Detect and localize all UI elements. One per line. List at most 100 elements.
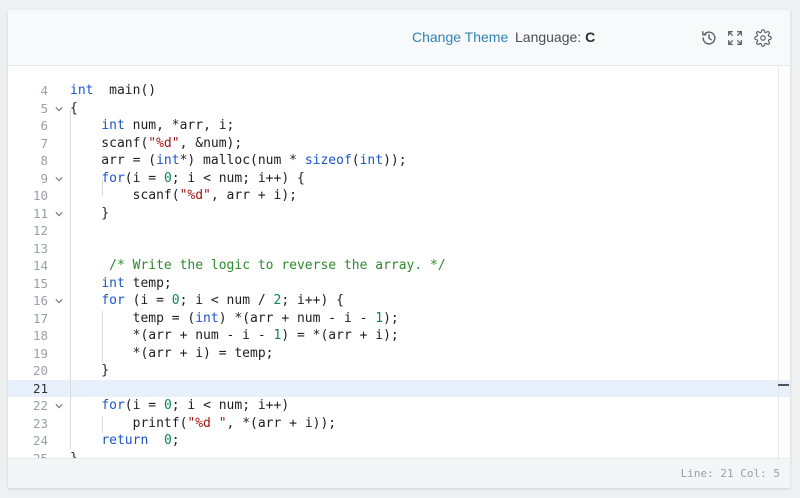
- code-token: int: [359, 153, 384, 168]
- code-token: }: [70, 363, 110, 378]
- language-selector[interactable]: Language: C: [515, 29, 595, 45]
- code-text: scanf("%d", arr + i);: [70, 187, 297, 205]
- fold-chevron-icon[interactable]: [55, 297, 63, 305]
- code-line[interactable]: 21: [8, 379, 790, 397]
- code-token: 0: [163, 398, 172, 413]
- code-text: *(arr + num - i - 1) = *(arr + i);: [70, 327, 399, 345]
- code-token: (i =: [124, 398, 164, 413]
- code-token: int: [101, 275, 125, 291]
- code-token: , arr + i);: [210, 188, 297, 203]
- code-line[interactable]: 12: [8, 222, 778, 240]
- code-token: 0: [163, 433, 172, 448]
- code-token: printf(: [70, 415, 188, 431]
- code-token: 0: [171, 293, 180, 308]
- settings-icon[interactable]: [754, 29, 772, 47]
- code-token: for: [101, 293, 125, 308]
- code-token: ; i++) {: [281, 293, 344, 308]
- fold-chevron-icon[interactable]: [55, 105, 63, 113]
- code-token: scanf(: [70, 135, 149, 151]
- code-line[interactable]: 24 return 0;: [8, 432, 778, 450]
- code-line[interactable]: 7 scanf("%d", &num);: [8, 135, 778, 153]
- code-text: int temp;: [70, 275, 172, 293]
- line-number: 8: [40, 153, 48, 168]
- line-number: 21: [32, 380, 48, 396]
- code-token: return: [101, 433, 149, 448]
- code-token: "%d ": [187, 415, 227, 431]
- line-number: 16: [32, 293, 48, 308]
- code-token: *(arr + num - i -: [70, 328, 274, 343]
- code-line[interactable]: 11 }: [8, 205, 778, 223]
- code-token: 0: [163, 170, 172, 186]
- code-token: int: [195, 310, 219, 326]
- line-number: 22: [32, 398, 48, 413]
- code-line[interactable]: 18 *(arr + num - i - 1) = *(arr + i);: [8, 327, 778, 345]
- code-line[interactable]: 10 scanf("%d", arr + i);: [8, 187, 778, 205]
- indent-guide: [102, 311, 103, 363]
- language-label: Language:: [515, 29, 582, 45]
- line-number: 24: [32, 433, 48, 448]
- line-number: 11: [32, 205, 48, 221]
- code-line[interactable]: 9 for(i = 0; i < num; i++) {: [8, 170, 778, 188]
- code-line[interactable]: 6 int num, *arr, i;: [8, 117, 778, 135]
- code-line[interactable]: 17 temp = (int) *(arr + num - i - 1);: [8, 310, 778, 328]
- code-text: }: [70, 205, 109, 223]
- code-token: for: [101, 398, 125, 413]
- code-line[interactable]: 4 int main(): [8, 82, 778, 100]
- line-number: 17: [32, 310, 48, 326]
- fold-chevron-icon[interactable]: [55, 210, 63, 218]
- line-number: 9: [40, 170, 48, 186]
- line-number: 13: [32, 240, 48, 256]
- editor-header: Change Theme Language: C: [8, 10, 790, 66]
- indent-guide: [102, 179, 103, 196]
- scrollbar-position-marker[interactable]: [778, 384, 789, 386]
- code-token: /* Write the logic to reverse the array.…: [109, 258, 446, 273]
- change-theme-button[interactable]: Change Theme: [412, 29, 508, 45]
- code-token: ) = *(arr + i);: [281, 328, 399, 343]
- code-token: int: [101, 118, 125, 133]
- code-text: return 0;: [70, 432, 180, 450]
- code-token: sizeof: [304, 153, 352, 168]
- code-token: (i =: [124, 293, 172, 308]
- code-token: temp;: [124, 275, 172, 291]
- code-token: (: [351, 153, 360, 168]
- code-line[interactable]: 19 *(arr + i) = temp;: [8, 345, 778, 363]
- code-line[interactable]: 5{: [8, 100, 778, 118]
- line-number: 4: [40, 83, 48, 98]
- code-line[interactable]: 20 }: [8, 362, 778, 380]
- code-token: );: [383, 310, 399, 326]
- code-token: scanf(: [70, 188, 180, 203]
- code-line[interactable]: 15 int temp;: [8, 275, 778, 293]
- line-number: 14: [32, 258, 48, 273]
- code-line[interactable]: 23 printf("%d ", *(arr + i));: [8, 415, 778, 433]
- code-token: temp = (: [70, 310, 196, 326]
- indent-guide: [70, 109, 71, 449]
- fold-chevron-icon[interactable]: [55, 175, 63, 183]
- code-token: }: [70, 205, 110, 221]
- code-text: printf("%d ", *(arr + i));: [70, 415, 337, 433]
- cursor-position: Line: 21 Col: 5: [680, 467, 780, 480]
- code-token: ; i < num; i++): [171, 398, 290, 413]
- fullscreen-icon[interactable]: [726, 29, 744, 47]
- code-token: , &num);: [179, 135, 243, 151]
- code-line[interactable]: 22 for(i = 0; i < num; i++): [8, 397, 778, 415]
- code-line[interactable]: 16 for (i = 0; i < num / 2; i++) {: [8, 292, 778, 310]
- code-token: ;: [171, 433, 180, 448]
- history-icon[interactable]: [700, 29, 718, 47]
- code-area[interactable]: 25}24 return 0;23 printf("%d ", *(arr + …: [8, 66, 790, 466]
- code-text: temp = (int) *(arr + num - i - 1);: [70, 310, 399, 328]
- code-token: *(arr + i) = temp;: [70, 345, 274, 361]
- editor-ruler: [778, 66, 779, 458]
- code-line[interactable]: 14 /* Write the logic to reverse the arr…: [8, 257, 778, 275]
- fold-chevron-icon[interactable]: [55, 402, 63, 410]
- indent-guide: [102, 416, 103, 433]
- code-text: arr = (int*) malloc(num * sizeof(int));: [70, 152, 406, 170]
- code-token: arr = (: [70, 153, 157, 168]
- code-line[interactable]: 13: [8, 240, 778, 258]
- code-line[interactable]: 8 arr = (int*) malloc(num * sizeof(int))…: [8, 152, 778, 170]
- status-bar: Line: 21 Col: 5: [8, 458, 790, 488]
